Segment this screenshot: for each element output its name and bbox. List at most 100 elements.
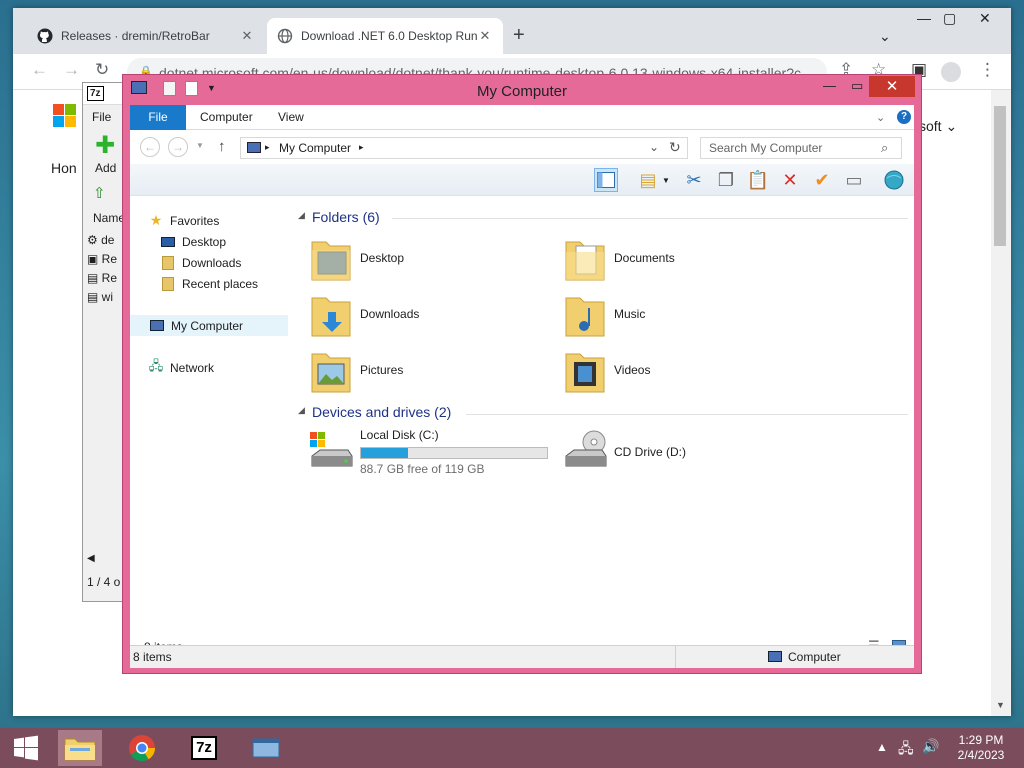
scroll-down-icon[interactable]: ▼ <box>996 700 1005 710</box>
folder-up-icon[interactable]: ⇧ <box>93 184 106 202</box>
nav-downloads[interactable]: Downloads <box>130 252 288 273</box>
reload-icon[interactable]: ↻ <box>95 60 109 80</box>
browser-tab-retrobar[interactable]: Releases · dremin/RetroBar ✕ <box>27 18 265 54</box>
7zip-status-text: 1 / 4 o <box>87 575 121 589</box>
preview-pane-icon[interactable] <box>594 168 618 192</box>
nav-label: Network <box>170 360 215 375</box>
breadcrumb-separator-icon[interactable]: ▸ <box>359 142 364 153</box>
forward-icon[interactable]: → <box>168 137 188 157</box>
folder-options-dropdown-icon[interactable]: ▼ <box>662 176 670 185</box>
documents-folder-icon <box>562 234 608 284</box>
nav-favorites[interactable]: ★ Favorites <box>130 210 288 231</box>
close-tab-icon[interactable]: ✕ <box>239 28 255 44</box>
folder-label: Downloads <box>360 307 420 321</box>
folder-tile-pictures[interactable]: Pictures <box>308 346 558 398</box>
cut-icon[interactable]: ✂ <box>682 168 706 192</box>
collapse-folders-icon[interactable]: ◢ <box>298 210 305 221</box>
globe-icon[interactable] <box>882 168 906 192</box>
breadcrumb[interactable]: My Computer <box>279 141 351 155</box>
page-microsoft-link[interactable]: soft ⌄ <box>919 118 957 135</box>
taskbar-chrome[interactable] <box>120 730 164 766</box>
devices-group-header[interactable]: Devices and drives (2) <box>312 404 451 420</box>
profile-avatar[interactable] <box>941 62 961 82</box>
address-dropdown-icon[interactable]: ⌄ <box>649 140 659 154</box>
scroll-left-icon[interactable]: ◀ <box>87 553 95 564</box>
status-divider <box>675 646 676 668</box>
address-box[interactable]: ▸ My Computer ▸ ⌄ ↻ <box>240 137 688 159</box>
column-header-name[interactable]: Name <box>93 211 125 225</box>
drive-tile-d[interactable]: CD Drive (D:) <box>562 428 812 480</box>
browser-tab-dotnet[interactable]: Download .NET 6.0 Desktop Runti ✕ <box>267 18 503 54</box>
close-tab-icon[interactable]: ✕ <box>477 28 493 44</box>
nav-network[interactable]: 🖧 Network <box>130 357 288 378</box>
rename-icon[interactable]: ▭ <box>842 168 866 192</box>
volume-icon[interactable]: 🔊 <box>922 738 939 755</box>
nav-recent-places[interactable]: Recent places <box>130 273 288 294</box>
github-icon <box>37 28 53 44</box>
close-button[interactable]: ✕ <box>869 76 915 97</box>
menu-icon[interactable]: ⋮ <box>979 60 996 80</box>
drive-tile-c[interactable]: Local Disk (C:) 88.7 GB free of 119 GB <box>308 428 558 480</box>
videos-folder-icon <box>562 346 608 396</box>
drive-label: Local Disk (C:) <box>360 428 439 442</box>
network-icon: 🖧 <box>148 357 164 373</box>
collapse-devices-icon[interactable]: ◢ <box>298 405 305 416</box>
address-row: ← → ▼ ↑ ▸ My Computer ▸ ⌄ ↻ Search My Co… <box>130 130 914 164</box>
folder-tile-downloads[interactable]: Downloads <box>308 290 558 342</box>
star-icon: ★ <box>149 212 163 228</box>
refresh-icon[interactable]: ↻ <box>669 139 681 156</box>
search-icon: ⌕ <box>881 140 889 155</box>
taskbar-7zip[interactable]: 7z <box>182 730 226 766</box>
minimize-icon[interactable]: — <box>917 10 931 26</box>
breadcrumb-separator-icon[interactable]: ▸ <box>265 142 270 153</box>
folder-label: Documents <box>614 251 675 265</box>
close-icon[interactable]: ✕ <box>979 10 991 27</box>
back-icon[interactable]: ← <box>140 137 160 157</box>
select-icon[interactable]: ✔ <box>810 168 834 192</box>
show-hidden-icons-icon[interactable]: ▲ <box>876 740 888 754</box>
start-button[interactable] <box>8 730 44 766</box>
tab-file[interactable]: File <box>130 105 186 130</box>
new-tab-icon[interactable]: + <box>513 24 525 47</box>
tab-view[interactable]: View <box>266 105 316 130</box>
delete-icon[interactable]: ✕ <box>778 168 802 192</box>
folder-tile-documents[interactable]: Documents <box>562 234 812 286</box>
page-home-link[interactable]: Hon <box>51 160 77 176</box>
maximize-icon[interactable]: ▭ <box>851 78 863 94</box>
network-tray-icon[interactable]: 🖧 <box>898 738 914 762</box>
list-item-name: Re <box>101 271 118 285</box>
ribbon-expand-icon[interactable]: ⌄ <box>876 111 885 124</box>
taskbar-file-explorer[interactable] <box>58 730 102 766</box>
tab-search-icon[interactable]: ⌄ <box>879 28 891 45</box>
folder-label: Music <box>614 307 646 321</box>
clock[interactable]: 1:29 PM 2/4/2023 <box>944 733 1018 763</box>
copy-icon[interactable]: ❐ <box>714 168 738 192</box>
drive-usage-bar <box>360 447 548 459</box>
nav-my-computer[interactable]: My Computer <box>130 315 288 336</box>
desktop-icon <box>160 234 176 250</box>
navigation-pane: ★ Favorites Desktop Downloads Recent pla… <box>130 196 288 636</box>
back-icon[interactable]: ← <box>31 60 48 80</box>
search-input[interactable]: Search My Computer ⌕ <box>700 137 902 159</box>
folder-tile-music[interactable]: Music <box>562 290 812 342</box>
folder-options-icon[interactable]: ▤ <box>636 168 660 192</box>
folders-group-header[interactable]: Folders (6) <box>312 209 380 225</box>
tab-computer[interactable]: Computer <box>188 105 265 130</box>
folder-tile-desktop[interactable]: Desktop <box>308 234 558 286</box>
scroll-thumb[interactable] <box>994 106 1006 246</box>
paste-icon[interactable]: 📋 <box>746 168 770 192</box>
downloads-folder-icon <box>308 290 354 340</box>
up-icon[interactable]: ↑ <box>218 138 226 155</box>
maximize-icon[interactable]: ▢ <box>943 10 956 27</box>
folder-tile-videos[interactable]: Videos <box>562 346 812 398</box>
minimize-icon[interactable]: — <box>823 78 836 93</box>
recent-locations-icon[interactable]: ▼ <box>196 141 204 150</box>
nav-label: Desktop <box>182 234 227 249</box>
nav-desktop[interactable]: Desktop <box>130 231 288 252</box>
page-scrollbar[interactable]: ▼ <box>991 90 1011 716</box>
clock-date: 2/4/2023 <box>957 748 1005 762</box>
help-icon[interactable]: ? <box>897 110 911 124</box>
taskbar-explorer-window[interactable] <box>244 730 288 766</box>
drive-usage-fill <box>361 448 409 458</box>
forward-icon[interactable]: → <box>63 60 80 80</box>
